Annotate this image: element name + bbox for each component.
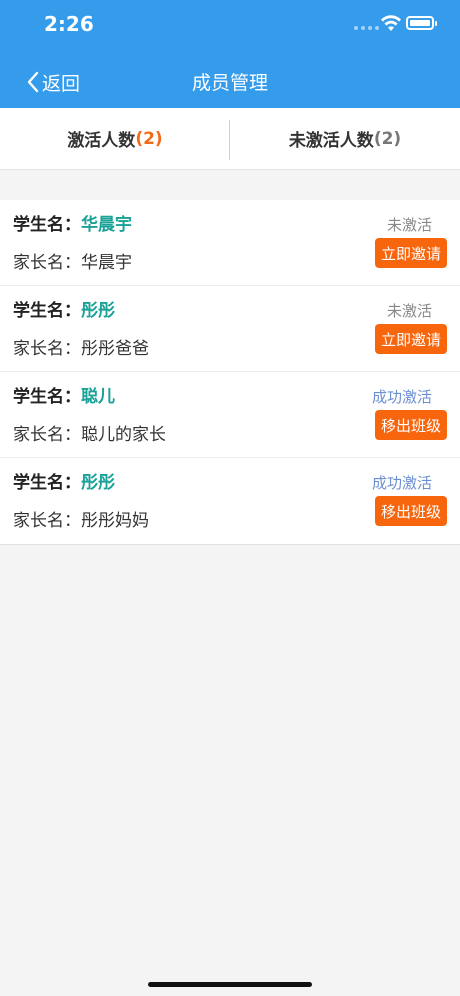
- screen: 2:26 返回 成员管理 激活人数 (2) 未激活人数 (2) 学生名：华晨宇 家长…: [0, 0, 460, 996]
- tab-divider: [229, 120, 230, 160]
- list-item: 学生名：彤彤 家长名：彤彤爸爸 未激活 立即邀请: [0, 286, 460, 372]
- invite-button[interactable]: 立即邀请: [374, 238, 447, 268]
- battery-icon: [406, 16, 437, 30]
- student-line: 学生名：彤彤: [13, 468, 115, 493]
- page-title: 成员管理: [191, 72, 268, 94]
- parent-name: 彤彤爸爸: [81, 339, 149, 359]
- home-indicator[interactable]: [148, 982, 312, 987]
- student-name: 彤彤: [81, 473, 115, 493]
- status-badge: 成功激活: [371, 388, 432, 406]
- parent-name: 聪儿的家长: [81, 425, 166, 445]
- tab-activated-count: (2): [135, 128, 163, 149]
- remove-from-class-button[interactable]: 移出班级: [374, 410, 447, 440]
- parent-line: 家长名：聪儿的家长: [13, 420, 166, 445]
- tab-activated[interactable]: 激活人数 (2): [0, 108, 230, 169]
- student-line: 学生名：聪儿: [13, 382, 115, 407]
- student-line: 学生名：华晨宇: [13, 210, 132, 235]
- parent-prefix: 家长名：: [13, 511, 81, 531]
- list-item: 学生名：华晨宇 家长名：华晨宇 未激活 立即邀请: [0, 200, 460, 286]
- status-badge: 成功激活: [371, 474, 432, 492]
- remove-from-class-button[interactable]: 移出班级: [374, 496, 447, 526]
- wifi-icon: [381, 15, 401, 31]
- parent-line: 家长名：彤彤爸爸: [13, 334, 149, 359]
- parent-prefix: 家长名：: [13, 253, 81, 273]
- student-name: 聪儿: [81, 387, 115, 407]
- parent-name: 彤彤妈妈: [81, 511, 149, 531]
- student-name: 华晨宇: [81, 215, 132, 235]
- student-name: 彤彤: [81, 301, 115, 321]
- status-badge: 未激活: [386, 302, 432, 320]
- status-time: 2:26: [44, 12, 94, 36]
- parent-line: 家长名：彤彤妈妈: [13, 506, 149, 531]
- parent-prefix: 家长名：: [13, 339, 81, 359]
- member-list: 学生名：华晨宇 家长名：华晨宇 未激活 立即邀请 学生名：彤彤 家长名：彤彤爸爸…: [0, 200, 460, 545]
- tab-bar: 激活人数 (2) 未激活人数 (2): [0, 108, 460, 170]
- student-prefix: 学生名：: [13, 301, 81, 321]
- parent-line: 家长名：华晨宇: [13, 248, 132, 273]
- tab-not-activated[interactable]: 未激活人数 (2): [230, 108, 460, 169]
- tab-activated-label: 激活人数: [67, 131, 136, 151]
- student-prefix: 学生名：: [13, 215, 81, 235]
- cellular-signal-icon: [354, 26, 379, 30]
- tab-not-activated-count: (2): [373, 128, 402, 149]
- parent-prefix: 家长名：: [13, 425, 81, 445]
- list-item: 学生名：聪儿 家长名：聪儿的家长 成功激活 移出班级: [0, 372, 460, 458]
- student-prefix: 学生名：: [13, 473, 81, 493]
- student-prefix: 学生名：: [13, 387, 81, 407]
- list-item: 学生名：彤彤 家长名：彤彤妈妈 成功激活 移出班级: [0, 458, 460, 544]
- invite-button[interactable]: 立即邀请: [374, 324, 447, 354]
- student-line: 学生名：彤彤: [13, 296, 115, 321]
- nav-header: 2:26 返回 成员管理: [0, 0, 460, 108]
- tab-not-activated-label: 未激活人数: [288, 131, 374, 151]
- status-badge: 未激活: [386, 216, 432, 234]
- parent-name: 华晨宇: [81, 253, 132, 273]
